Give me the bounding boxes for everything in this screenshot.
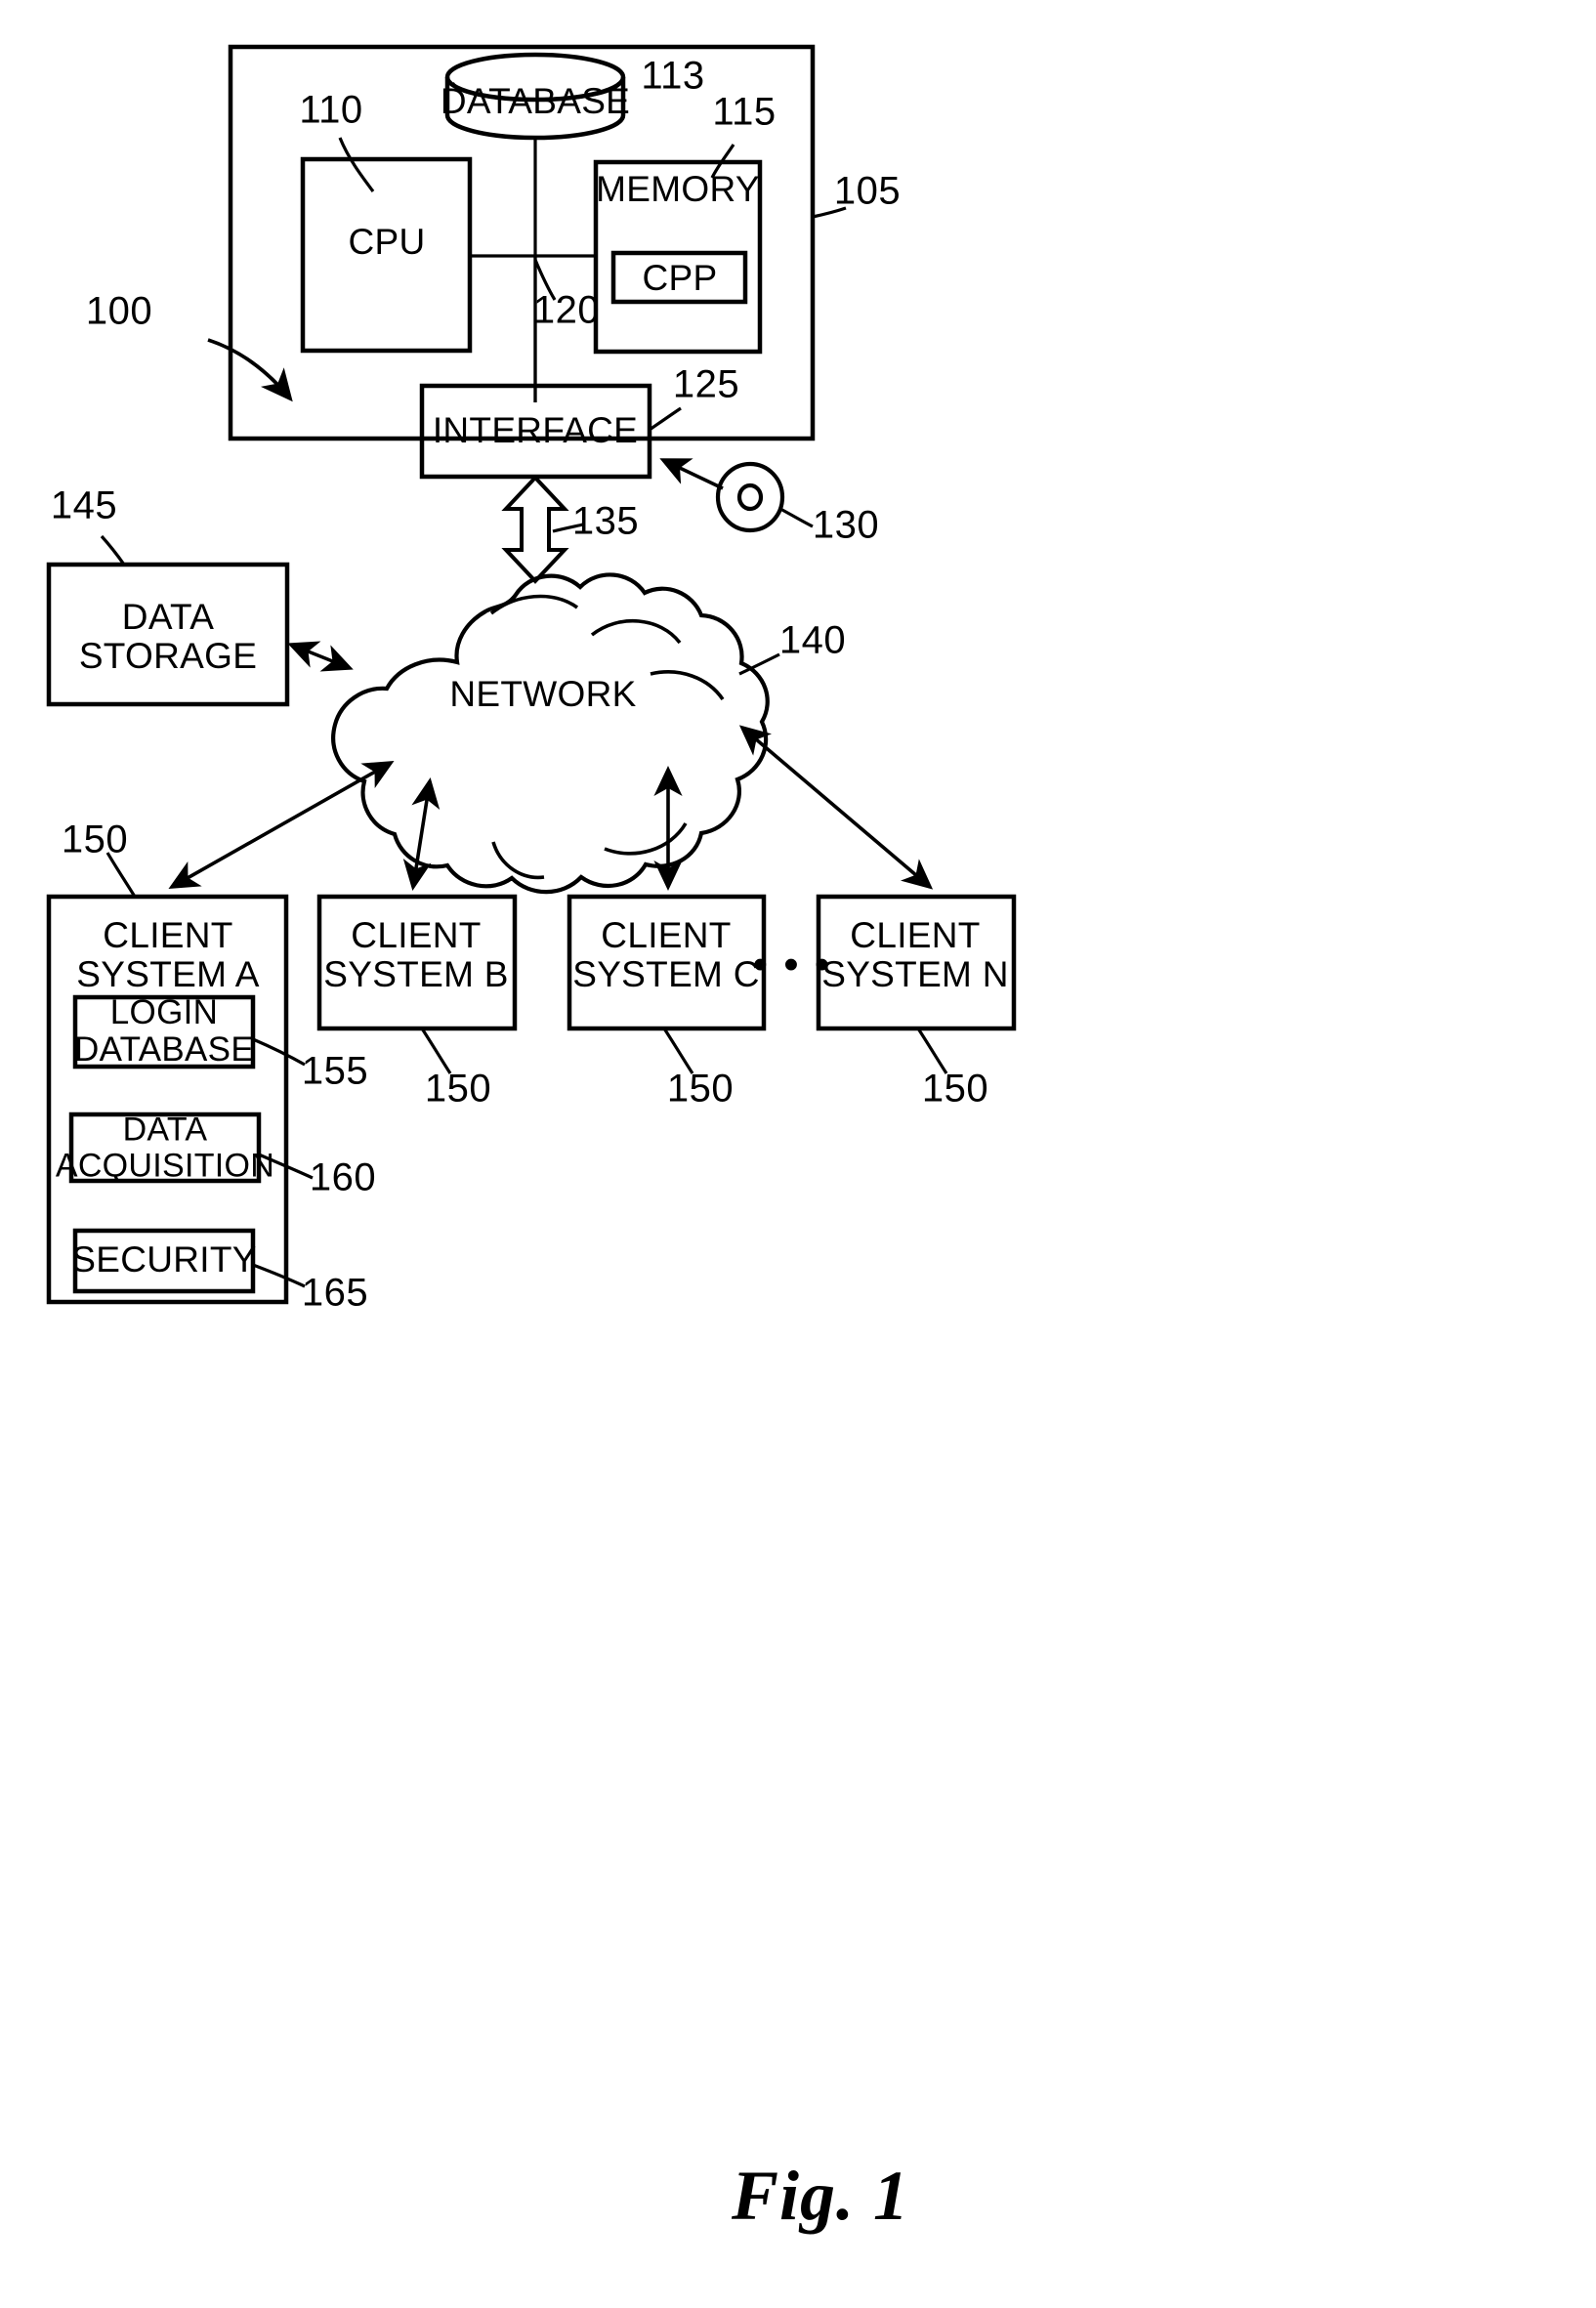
- network-cloud-shape: [331, 572, 770, 895]
- data-acquisition-label: DATA ACQUISITION: [55, 1111, 275, 1184]
- client-ellipsis: • • •: [752, 941, 832, 989]
- data-storage-label: DATA STORAGE: [79, 598, 257, 676]
- client-system-a-label: CLIENT SYSTEM A: [76, 915, 260, 994]
- client-system-b-label: CLIENT SYSTEM B: [323, 915, 509, 994]
- ref-number-120: 120: [532, 288, 601, 332]
- leader-155: [252, 1037, 306, 1067]
- ref-number-125: 125: [672, 362, 740, 406]
- leader-125: [649, 406, 682, 432]
- login-database-label: LOGIN DATABASE: [74, 993, 254, 1069]
- removable-media-disc: [715, 461, 785, 533]
- storage-network-arrow: [287, 641, 354, 672]
- cpu-label: CPU: [348, 222, 426, 263]
- ref-number-150-n: 150: [921, 1067, 989, 1111]
- ref-number-135: 135: [571, 499, 640, 543]
- interface-label: INTERFACE: [432, 410, 639, 451]
- network-label: NETWORK: [449, 674, 637, 715]
- leader-165: [252, 1263, 306, 1288]
- ref-number-105: 105: [833, 169, 902, 213]
- leader-100-arrow: [207, 338, 293, 402]
- network-clientN-arrow: [738, 725, 934, 890]
- ref-number-130: 130: [812, 503, 880, 547]
- patent-figure-page: 100 110 DATABASE 113 115 105 MEMORY CPU …: [0, 0, 1596, 2308]
- leader-145: [100, 534, 126, 566]
- ref-number-100: 100: [85, 289, 153, 333]
- database-label: DATABASE: [440, 81, 631, 122]
- network-clientA-arrow: [168, 761, 395, 889]
- ref-number-160: 160: [309, 1155, 377, 1199]
- ref-number-140: 140: [778, 618, 847, 662]
- ref-number-145: 145: [50, 483, 118, 527]
- ref-number-155: 155: [301, 1049, 369, 1093]
- client-system-n-label: CLIENT SYSTEM N: [821, 915, 1009, 994]
- leader-110: [338, 137, 375, 192]
- ref-number-150-a: 150: [61, 818, 129, 861]
- memory-label: MEMORY: [596, 169, 760, 210]
- ref-number-113: 113: [641, 54, 705, 98]
- figure-caption: Fig. 1: [731, 2157, 910, 2236]
- security-label: SECURITY: [71, 1239, 257, 1280]
- leader-130: [779, 507, 814, 528]
- ref-number-115: 115: [712, 90, 777, 134]
- data-storage-line1: DATA STORAGE: [78, 597, 258, 676]
- client-system-c-label: CLIENT SYSTEM C: [572, 915, 760, 994]
- ref-number-165: 165: [301, 1271, 369, 1315]
- cpp-label: CPP: [642, 258, 718, 299]
- ref-number-110: 110: [299, 88, 363, 132]
- disc-to-interface-arrow: [659, 458, 724, 490]
- ref-number-150-b: 150: [424, 1067, 492, 1111]
- ref-number-150-c: 150: [666, 1067, 735, 1111]
- network-clientB-arrow: [402, 776, 441, 892]
